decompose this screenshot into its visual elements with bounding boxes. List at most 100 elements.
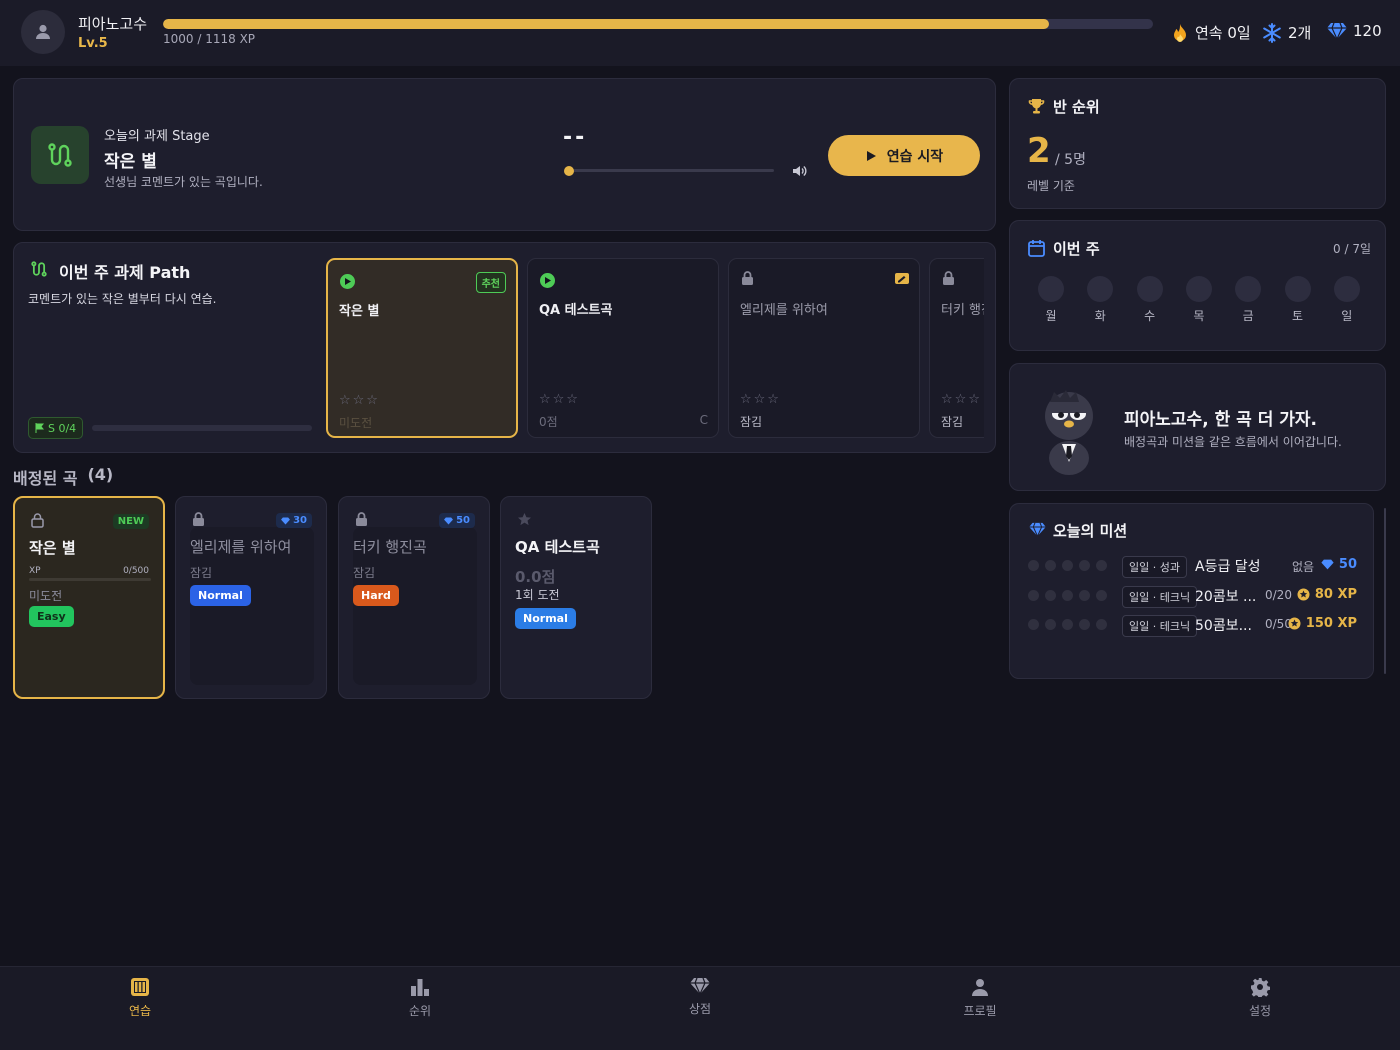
day-label: 수 xyxy=(1144,309,1156,323)
song-card-little-star[interactable]: NEW 작은 별 XP 0/500 미도전 Easy xyxy=(13,496,165,699)
mission-reward: 50 xyxy=(1321,557,1357,572)
song-name: 엘리제를 위하여 xyxy=(190,538,292,556)
flag-text: S 0/4 xyxy=(48,421,77,435)
difficulty-badge: Normal xyxy=(190,585,251,606)
nav-ranking[interactable]: 순위 xyxy=(380,977,460,1019)
song-card-fur-elise[interactable]: 30 엘리제를 위하여 잠김 Normal xyxy=(175,496,327,699)
today-stage-card: 오늘의 과제 Stage 작은 별 선생님 코멘트가 있는 곡입니다. -- 연… xyxy=(13,78,996,231)
freeze-stat: 2개 xyxy=(1262,22,1311,43)
flag-icon xyxy=(35,423,44,433)
volume-icon[interactable] xyxy=(791,163,807,183)
rank-basis: 레벨 기준 xyxy=(1027,179,1075,193)
seek-handle[interactable] xyxy=(564,165,574,176)
path-progress-bar xyxy=(92,425,312,431)
user-icon xyxy=(972,979,988,996)
lock-icon xyxy=(355,512,368,531)
path-card-fur-elise[interactable]: 엘리제를 위하여 ☆☆☆ 잠김 xyxy=(728,258,920,438)
path-card-little-star[interactable]: 추천 작은 별 ☆☆☆ 미도전 xyxy=(326,258,518,438)
mascot-desc: 배정곡과 미션을 같은 흐름에서 이어갑니다. xyxy=(1124,435,1342,449)
nav-profile[interactable]: 프로필 xyxy=(940,977,1020,1019)
mission-reward-value: 50 xyxy=(1338,557,1357,572)
grade-label: C xyxy=(699,413,708,427)
gem-icon xyxy=(1029,522,1046,541)
song-name: QA 테스트곡 xyxy=(515,538,600,556)
song-status: 미도전 xyxy=(29,589,63,603)
avatar[interactable] xyxy=(21,10,65,54)
assigned-title: 배정된 곡 xyxy=(13,469,78,488)
song-card-qa-test[interactable]: QA 테스트곡 0.0점 1회 도전 Normal xyxy=(500,496,652,699)
rank-total: / 5명 xyxy=(1055,152,1086,168)
lock-icon xyxy=(192,512,205,531)
this-week-card: 이번 주 0 / 7일 월 화 수 목 금 토 일 xyxy=(1009,220,1386,351)
mission-progress-dot xyxy=(1096,560,1107,571)
path-title: 이번 주 과제 Path xyxy=(59,263,191,282)
assigned-heading: 배정된 곡 (4) xyxy=(13,465,113,489)
time-display: -- xyxy=(563,125,588,150)
gem-icon xyxy=(281,516,291,525)
nav-shop[interactable]: 상점 xyxy=(660,977,740,1017)
mission-progress-dot xyxy=(1096,589,1107,601)
gem-icon xyxy=(1327,22,1347,40)
mission-progress-dot xyxy=(1028,560,1039,571)
new-badge: NEW xyxy=(112,514,149,529)
day-label: 월 xyxy=(1045,309,1057,323)
nav-label: 상점 xyxy=(688,1002,712,1016)
gem-icon xyxy=(690,977,710,995)
mission-reward: 80 XP xyxy=(1297,587,1357,602)
song-attempts: 1회 도전 xyxy=(515,588,560,602)
gem-icon xyxy=(444,516,454,525)
mission-progress-dot xyxy=(1079,619,1090,630)
mission-progress-dot xyxy=(1062,619,1073,630)
snowflake-icon xyxy=(1263,22,1281,43)
path-flag-badge: S 0/4 xyxy=(28,417,84,439)
xp-progress-bar xyxy=(163,19,1153,29)
path-card-name: 터키 행진곡 xyxy=(941,303,984,318)
mission-name: 50콤보... xyxy=(1195,618,1252,634)
scrollbar[interactable] xyxy=(1384,508,1386,674)
xp-label: XP xyxy=(29,566,41,576)
path-card-turkish-march[interactable]: 터키 행진곡 ☆☆☆ 잠김 xyxy=(929,258,984,438)
gear-icon xyxy=(1251,978,1270,997)
path-card-status: 미도전 xyxy=(339,416,373,430)
day-dot xyxy=(1235,276,1262,302)
mission-progress-dot xyxy=(1028,589,1039,601)
nav-label: 연습 xyxy=(128,1004,152,1018)
top-bar: 피아노고수 Lv.5 1000 / 1118 XP 연속 0일 2개 120 xyxy=(0,0,1400,66)
day-label: 목 xyxy=(1193,309,1205,323)
start-practice-label: 연습 시작 xyxy=(886,148,944,165)
gem-count: 120 xyxy=(1353,22,1382,40)
bottom-nav: 연습 순위 상점 프로필 설정 xyxy=(0,966,1400,1050)
gem-cost-badge: 30 xyxy=(276,513,312,528)
nav-settings[interactable]: 설정 xyxy=(1220,977,1300,1019)
path-card-status: 0점 xyxy=(539,415,558,429)
path-card-name: QA 테스트곡 xyxy=(539,303,613,318)
mission-progress-dot xyxy=(1045,589,1056,601)
mission-progress-dot xyxy=(1045,560,1056,571)
audio-seek-bar[interactable] xyxy=(564,165,774,176)
path-card-name: 작은 별 xyxy=(339,304,380,319)
mission-reward: 150 XP xyxy=(1288,616,1357,631)
start-practice-button[interactable]: 연습 시작 xyxy=(828,135,980,176)
difficulty-badge: Easy xyxy=(29,606,74,627)
class-rank-card[interactable]: 반 순위 2 / 5명 레벨 기준 xyxy=(1009,78,1386,209)
weekly-path-card: 이번 주 과제 Path 코멘트가 있는 작은 별부터 다시 연습. S 0/4… xyxy=(13,242,996,453)
path-icon xyxy=(30,259,48,283)
nav-practice[interactable]: 연습 xyxy=(100,977,180,1019)
star-icon xyxy=(517,512,532,531)
gem-cost: 50 xyxy=(456,515,470,526)
path-card-qa-test[interactable]: QA 테스트곡 ☆☆☆ 0점 C xyxy=(527,258,719,438)
lock-open-icon xyxy=(31,513,44,532)
mission-name: 20콤보 ... xyxy=(1195,588,1257,605)
xp-coin-icon xyxy=(1297,588,1310,600)
recommend-badge: 추천 xyxy=(475,272,506,293)
bar-chart-icon xyxy=(411,979,429,996)
mission-progress-dot xyxy=(1028,619,1039,630)
gem-icon xyxy=(1321,559,1334,570)
stage-title: 작은 별 xyxy=(104,152,157,172)
day-dot xyxy=(1087,276,1114,302)
mission-tag: 일일 · 테크닉 xyxy=(1122,585,1198,608)
user-icon xyxy=(36,24,50,39)
song-card-turkish-march[interactable]: 50 터키 행진곡 잠김 Hard xyxy=(338,496,490,699)
mascot-title: 피아노고수, 한 곡 더 가자. xyxy=(1124,410,1317,430)
song-score: 0.0점 xyxy=(515,568,556,586)
